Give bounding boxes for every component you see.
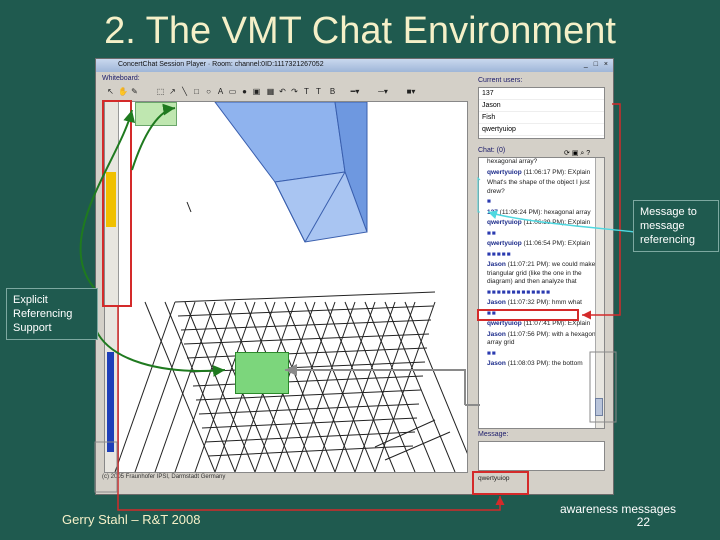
page-number: 22: [636, 515, 651, 529]
footer-author: Gerry Stahl – R&T 2008: [62, 512, 201, 527]
gray-box-corner: [94, 441, 118, 493]
red-connector: [117, 306, 505, 511]
cyan-bracket: [477, 176, 481, 213]
annotation-overlay: [79, 100, 636, 511]
green-arrow-scroll: [79, 109, 136, 291]
footer-right: awareness messages 22: [560, 503, 676, 529]
cyan-arrow: [487, 210, 636, 233]
callout-message-referencing: Message to message referencing: [633, 200, 719, 252]
red-box-scrollbar: [102, 100, 132, 307]
gray-arrow: [285, 364, 466, 405]
green-arrow-top: [131, 103, 176, 171]
red-users-arrow: [582, 103, 621, 320]
callout-explicit-referencing: Explicit Referencing Support: [6, 288, 98, 340]
callout-awareness: awareness messages: [560, 502, 677, 516]
gray-box-scroll: [589, 351, 617, 423]
red-box-awareness-chat: [477, 309, 579, 321]
red-box-awareness-input: [472, 471, 529, 495]
green-arrow-canvas: [95, 329, 226, 377]
